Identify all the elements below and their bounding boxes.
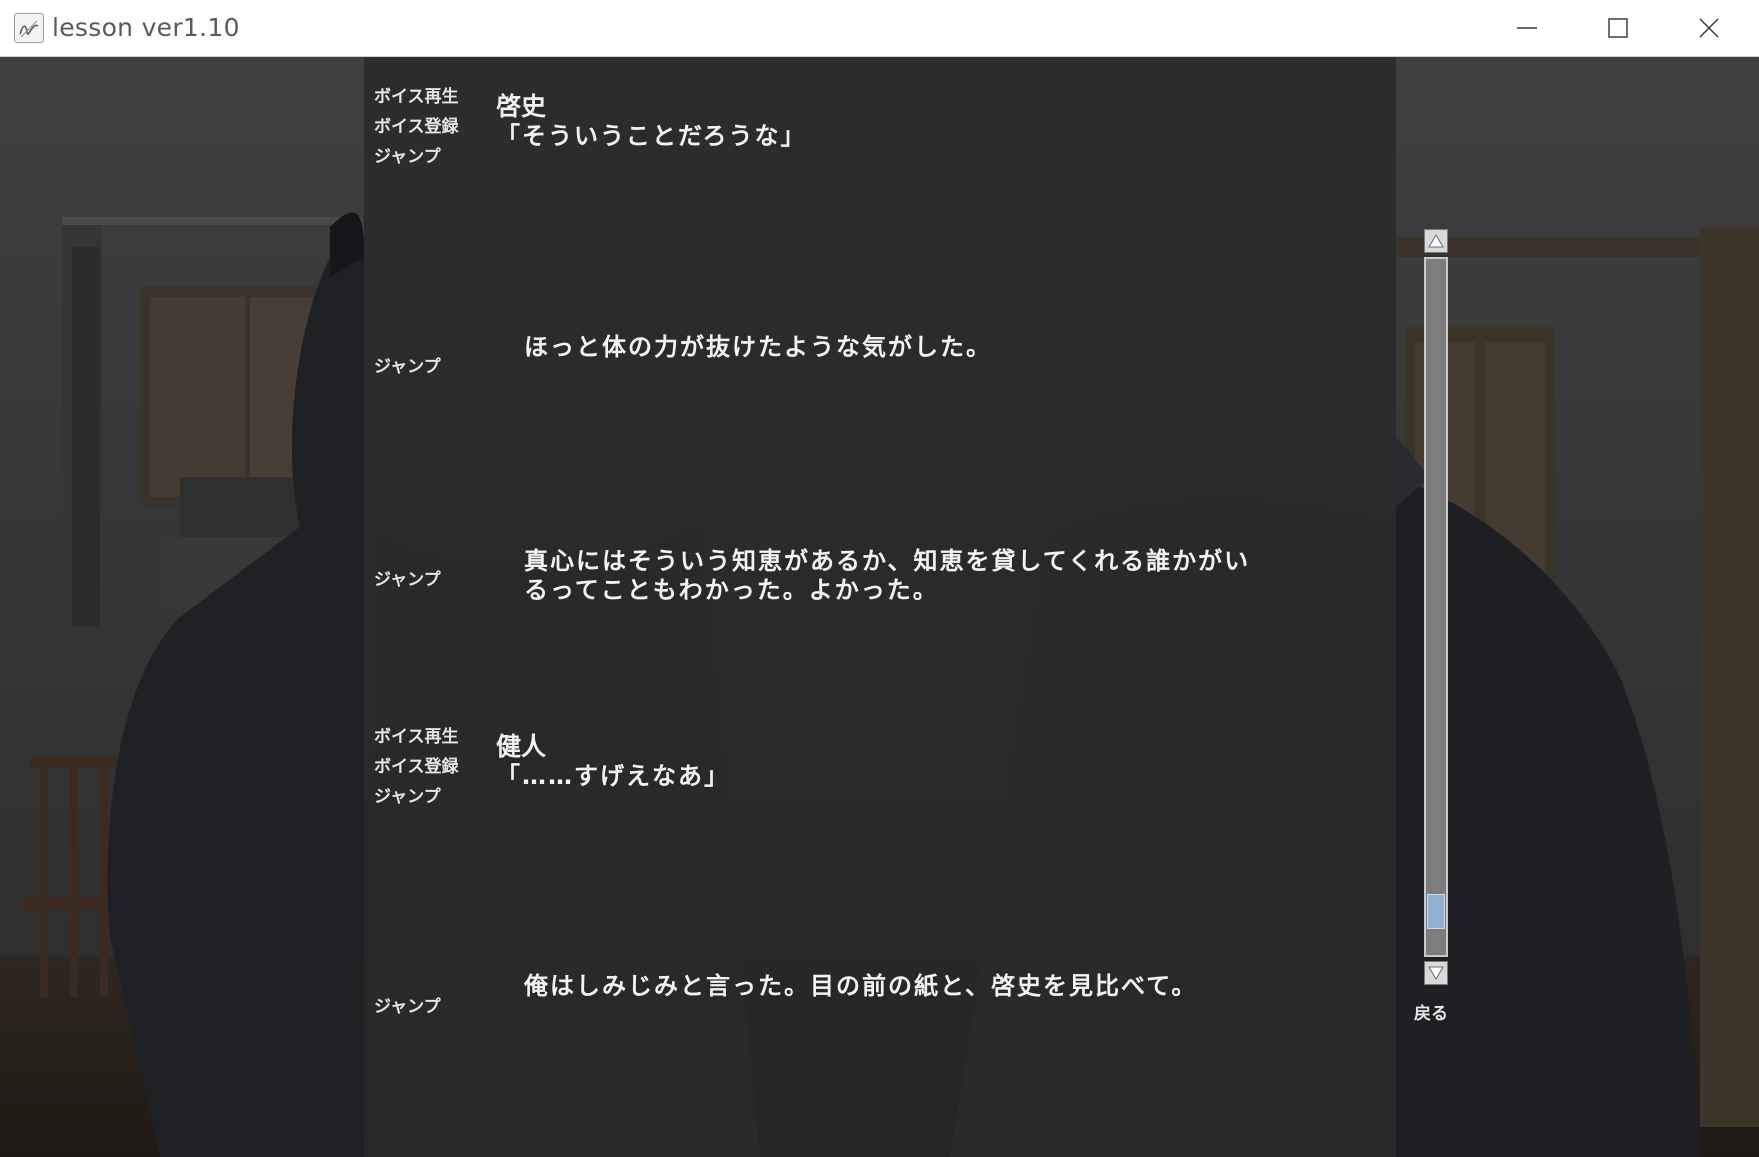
entry-buttons: ボイス再生 ボイス登録 ジャンプ xyxy=(374,722,484,812)
arrow-up-icon xyxy=(1428,234,1444,248)
entry-buttons: ジャンプ xyxy=(374,352,484,382)
backlog-panel: ボイス再生 ボイス登録 ジャンプ 啓史 「そういうことだろうな」 ジャンプ ほっ… xyxy=(364,57,1396,1157)
scroll-thumb[interactable] xyxy=(1427,894,1445,929)
dialogue-text: 「そういうことだろうな」 xyxy=(496,122,807,150)
voice-register-button[interactable]: ボイス登録 xyxy=(374,752,484,782)
narration-text: ほっと体の力が抜けたような気がした。 xyxy=(524,333,992,361)
back-button[interactable]: 戻る xyxy=(1414,999,1448,1024)
voice-play-button[interactable]: ボイス再生 xyxy=(374,722,484,752)
dialogue-text: 「……すげえなあ」 xyxy=(496,762,730,790)
app-logo-icon[interactable] xyxy=(14,13,44,43)
minimize-button[interactable] xyxy=(1482,0,1572,57)
title-bar: lesson ver1.10 xyxy=(0,0,1759,57)
scroll-down-button[interactable] xyxy=(1424,961,1448,985)
arrow-down-icon xyxy=(1428,966,1444,980)
minimize-icon xyxy=(1517,27,1537,29)
entry-buttons: ボイス再生 ボイス登録 ジャンプ xyxy=(374,82,484,172)
narration-text: 真心にはそういう知恵があるか、知恵を貸してくれる誰かがい るってこともわかった。… xyxy=(524,547,1251,604)
entry-buttons: ジャンプ xyxy=(374,565,484,595)
voice-register-button[interactable]: ボイス登録 xyxy=(374,112,484,142)
voice-play-button[interactable]: ボイス再生 xyxy=(374,82,484,112)
jump-button[interactable]: ジャンプ xyxy=(374,142,484,172)
game-viewport: ボイス再生 ボイス登録 ジャンプ 啓史 「そういうことだろうな」 ジャンプ ほっ… xyxy=(0,57,1759,1157)
scroll-track[interactable] xyxy=(1424,257,1448,957)
speaker-name: 健人 xyxy=(496,732,547,761)
maximize-button[interactable] xyxy=(1573,0,1663,57)
window-title: lesson ver1.10 xyxy=(52,13,240,42)
maximize-icon xyxy=(1608,18,1628,38)
jump-button[interactable]: ジャンプ xyxy=(374,565,484,595)
jump-button[interactable]: ジャンプ xyxy=(374,352,484,382)
narration-text: 俺はしみじみと言った。目の前の紙と、啓史を見比べて。 xyxy=(524,972,1198,1000)
scroll-up-button[interactable] xyxy=(1424,229,1448,253)
entry-buttons: ジャンプ xyxy=(374,992,484,1022)
jump-button[interactable]: ジャンプ xyxy=(374,992,484,1022)
close-icon xyxy=(1699,18,1719,38)
close-button[interactable] xyxy=(1664,0,1754,57)
speaker-name: 啓史 xyxy=(496,92,547,121)
jump-button[interactable]: ジャンプ xyxy=(374,782,484,812)
